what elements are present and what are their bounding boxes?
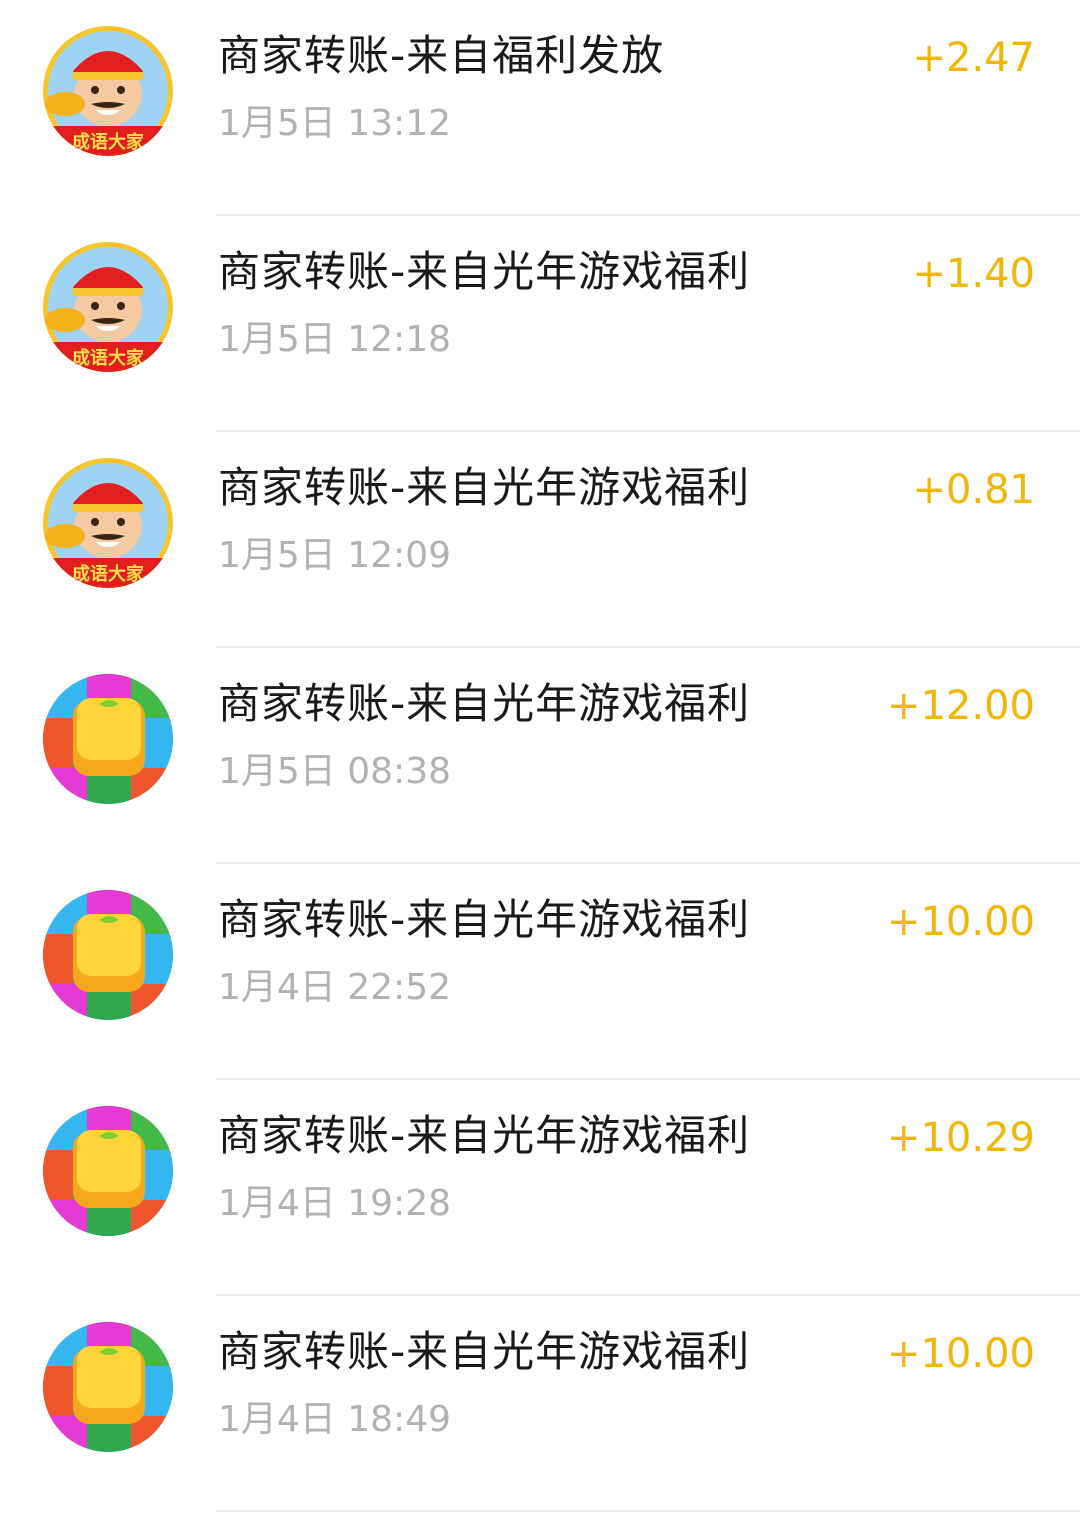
transaction-row[interactable]: 商家转账-来自光年游戏福利 1月4日 19:28 +10.29 <box>0 1080 1080 1296</box>
divider <box>216 1510 1080 1512</box>
avatar-logo-text: 成语大家 <box>72 563 145 585</box>
block-puzzle-game-icon <box>43 890 173 1020</box>
transaction-amount: +10.00 <box>886 1331 1035 1377</box>
transaction-time: 1月5日 12:09 <box>218 535 451 576</box>
transaction-row[interactable]: 商家转账-来自光年游戏福利 1月5日 08:38 +12.00 <box>0 648 1080 864</box>
idiom-game-icon: 成语大家 <box>43 458 173 588</box>
transaction-time: 1月4日 18:49 <box>218 1399 451 1440</box>
transaction-title: 商家转账-来自光年游戏福利 <box>218 895 751 944</box>
block-puzzle-game-icon <box>43 1106 173 1236</box>
transaction-row[interactable]: 商家转账-来自光年游戏福利 1月4日 22:52 +10.00 <box>0 864 1080 1080</box>
transaction-time: 1月4日 22:52 <box>218 967 451 1008</box>
transaction-time: 1月5日 08:38 <box>218 751 451 792</box>
transaction-time: 1月4日 19:28 <box>218 1183 451 1224</box>
transaction-row[interactable]: 商家转账-来自光年游戏福利 1月4日 18:49 +10.00 <box>0 1296 1080 1512</box>
transaction-title: 商家转账-来自光年游戏福利 <box>218 247 751 296</box>
avatar-logo-text: 成语大家 <box>72 131 145 153</box>
block-puzzle-game-icon <box>43 1322 173 1452</box>
transaction-row[interactable]: 成语大家 商家转账-来自光年游戏福利 1月5日 12:18 +1.40 <box>0 216 1080 432</box>
transaction-amount: +10.29 <box>886 1115 1035 1161</box>
transaction-amount: +0.81 <box>912 467 1035 513</box>
block-puzzle-game-icon <box>43 674 173 804</box>
idiom-game-icon: 成语大家 <box>43 26 173 156</box>
avatar-logo-text: 成语大家 <box>72 347 145 369</box>
transaction-row[interactable]: 成语大家 商家转账-来自光年游戏福利 1月5日 12:09 +0.81 <box>0 432 1080 648</box>
transaction-title: 商家转账-来自光年游戏福利 <box>218 679 751 728</box>
transaction-title: 商家转账-来自光年游戏福利 <box>218 463 751 512</box>
transaction-time: 1月5日 12:18 <box>218 319 451 360</box>
transaction-amount: +1.40 <box>912 251 1035 297</box>
transaction-time: 1月5日 13:12 <box>218 103 451 144</box>
idiom-game-icon: 成语大家 <box>43 242 173 372</box>
transaction-amount: +10.00 <box>886 899 1035 945</box>
transaction-title: 商家转账-来自光年游戏福利 <box>218 1327 751 1376</box>
transaction-row[interactable]: 成语大家 商家转账-来自福利发放 1月5日 13:12 +2.47 <box>0 0 1080 216</box>
transaction-amount: +12.00 <box>886 683 1035 729</box>
transaction-title: 商家转账-来自光年游戏福利 <box>218 1111 751 1160</box>
transaction-amount: +2.47 <box>912 35 1035 81</box>
transaction-title: 商家转账-来自福利发放 <box>218 31 665 80</box>
